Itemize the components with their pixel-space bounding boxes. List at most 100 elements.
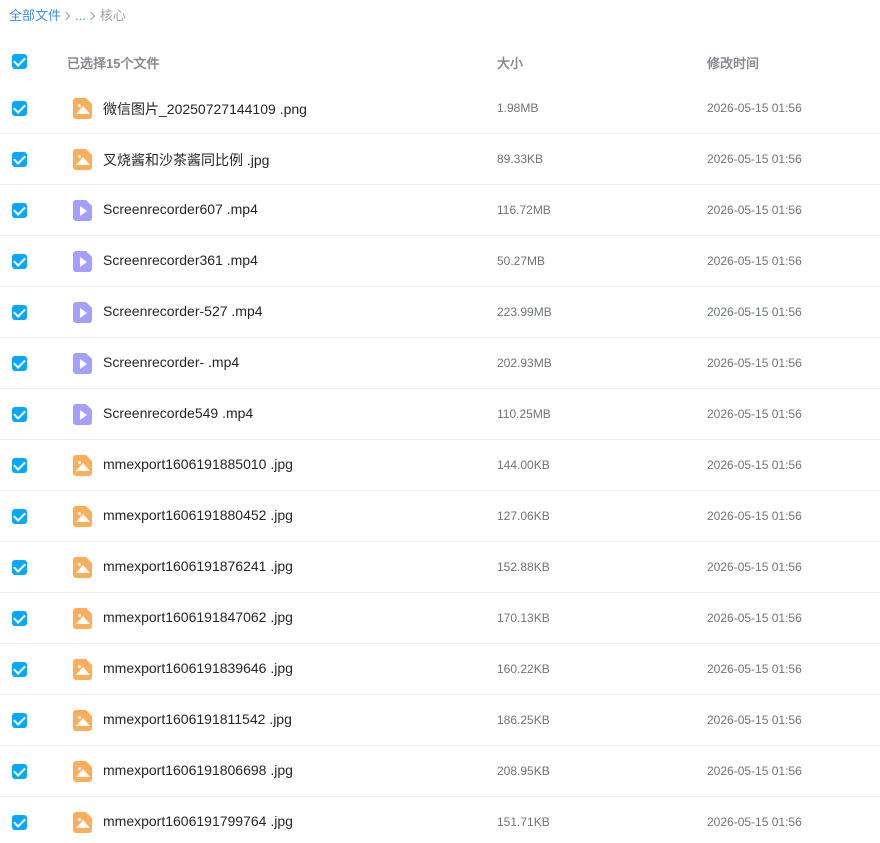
file-name[interactable]: 叉烧酱和沙茶酱同比例 .jpg (103, 150, 269, 170)
image-file-icon (73, 710, 92, 731)
video-file-icon (73, 404, 92, 425)
image-file-icon (73, 149, 92, 170)
file-modified-time: 2026-05-15 01:56 (707, 203, 802, 217)
row-checkbox[interactable] (12, 662, 27, 677)
file-size: 223.99MB (497, 305, 552, 319)
video-file-icon (73, 251, 92, 272)
file-name[interactable]: mmexport1606191799764 .jpg (103, 813, 293, 829)
file-size: 144.00KB (497, 458, 550, 472)
file-size: 208.95KB (497, 764, 550, 778)
selected-count-label: 已选择15个文件 (67, 56, 160, 71)
size-column-header[interactable]: 大小 (497, 53, 523, 72)
file-size: 127.06KB (497, 509, 550, 523)
row-checkbox[interactable] (12, 152, 27, 167)
file-name[interactable]: mmexport1606191811542 .jpg (103, 711, 292, 727)
file-modified-time: 2026-05-15 01:56 (707, 356, 802, 370)
file-list: 微信图片_20250727144109 .png 1.98MB 2026-05-15… (0, 83, 880, 843)
image-file-icon (73, 608, 92, 629)
file-name[interactable]: mmexport1606191880452 .jpg (103, 507, 293, 523)
table-row[interactable]: mmexport1606191876241 .jpg 152.88KB 2026-0… (0, 542, 880, 593)
video-file-icon (73, 200, 92, 221)
chevron-right-icon (86, 7, 100, 25)
file-size: 202.93MB (497, 356, 552, 370)
table-row[interactable]: Screenrecorde549 .mp4 110.25MB 2026-05-15 … (0, 389, 880, 440)
row-checkbox[interactable] (12, 101, 27, 116)
chevron-right-icon (61, 7, 75, 25)
row-checkbox[interactable] (12, 509, 27, 524)
file-name[interactable]: mmexport1606191839646 .jpg (103, 660, 293, 676)
row-checkbox[interactable] (12, 458, 27, 473)
file-name[interactable]: mmexport1606191876241 .jpg (103, 558, 293, 574)
file-size: 151.71KB (497, 815, 550, 829)
file-size: 160.22KB (497, 662, 550, 676)
table-row[interactable]: Screenrecorder361 .mp4 50.27MB 2026-05-15 … (0, 236, 880, 287)
file-size: 186.25KB (497, 713, 550, 727)
breadcrumb: 全部文件 ... 核心 (9, 7, 126, 25)
time-column-header[interactable]: 修改时间 (707, 53, 759, 72)
row-checkbox[interactable] (12, 356, 27, 371)
table-row[interactable]: mmexport1606191880452 .jpg 127.06KB 2026-0… (0, 491, 880, 542)
breadcrumb-root[interactable]: 全部文件 (9, 7, 61, 25)
file-modified-time: 2026-05-15 01:56 (707, 815, 802, 829)
table-row[interactable]: mmexport1606191839646 .jpg 160.22KB 2026-0… (0, 644, 880, 695)
file-modified-time: 2026-05-15 01:56 (707, 611, 802, 625)
row-checkbox[interactable] (12, 203, 27, 218)
file-modified-time: 2026-05-15 01:56 (707, 713, 802, 727)
file-modified-time: 2026-05-15 01:56 (707, 662, 802, 676)
file-name[interactable]: mmexport1606191806698 .jpg (103, 762, 293, 778)
image-file-icon (73, 812, 92, 833)
image-file-icon (73, 659, 92, 680)
file-modified-time: 2026-05-15 01:56 (707, 509, 802, 523)
table-row[interactable]: Screenrecorder- .mp4 202.93MB 2026-05-15 0… (0, 338, 880, 389)
file-name[interactable]: mmexport1606191847062 .jpg (103, 609, 293, 625)
video-file-icon (73, 302, 92, 323)
file-list-page: 全部文件 ... 核心 已选择15个文件 大小 修改时间 微信图片_202507… (0, 0, 880, 843)
table-row[interactable]: mmexport1606191847062 .jpg 170.13KB 2026-0… (0, 593, 880, 644)
row-checkbox[interactable] (12, 713, 27, 728)
row-checkbox[interactable] (12, 560, 27, 575)
file-size: 1.98MB (497, 101, 539, 115)
image-file-icon (73, 761, 92, 782)
file-name[interactable]: Screenrecorder-527 .mp4 (103, 303, 263, 319)
table-row[interactable]: 微信图片_20250727144109 .png 1.98MB 2026-05-15… (0, 83, 880, 134)
file-size: 110.25MB (497, 407, 551, 421)
file-name[interactable]: Screenrecorde549 .mp4 (103, 405, 253, 421)
select-all-checkbox[interactable] (12, 54, 27, 69)
table-row[interactable]: mmexport1606191811542 .jpg 186.25KB 2026-0… (0, 695, 880, 746)
file-size: 116.72MB (497, 203, 551, 217)
table-header: 已选择15个文件 大小 修改时间 (0, 42, 880, 80)
image-file-icon (73, 98, 92, 119)
file-modified-time: 2026-05-15 01:56 (707, 458, 802, 472)
image-file-icon (73, 455, 92, 476)
file-name[interactable]: Screenrecorder361 .mp4 (103, 252, 258, 268)
row-checkbox[interactable] (12, 305, 27, 320)
table-row[interactable]: Screenrecorder607 .mp4 116.72MB 2026-05-15… (0, 185, 880, 236)
image-file-icon (73, 557, 92, 578)
row-checkbox[interactable] (12, 254, 27, 269)
breadcrumb-ellipsis[interactable]: ... (75, 7, 86, 25)
row-checkbox[interactable] (12, 407, 27, 422)
file-name[interactable]: Screenrecorder607 .mp4 (103, 201, 258, 217)
file-modified-time: 2026-05-15 01:56 (707, 560, 802, 574)
file-modified-time: 2026-05-15 01:56 (707, 305, 802, 319)
table-row[interactable]: mmexport1606191799764 .jpg 151.71KB 2026-0… (0, 797, 880, 843)
file-name[interactable]: Screenrecorder- .mp4 (103, 354, 239, 370)
image-file-icon (73, 506, 92, 527)
file-size: 152.88KB (497, 560, 550, 574)
video-file-icon (73, 353, 92, 374)
table-row[interactable]: mmexport1606191806698 .jpg 208.95KB 2026-0… (0, 746, 880, 797)
row-checkbox[interactable] (12, 611, 27, 626)
table-row[interactable]: 叉烧酱和沙茶酱同比例 .jpg 89.33KB 2026-05-15 01:56 (0, 134, 880, 185)
file-modified-time: 2026-05-15 01:56 (707, 101, 802, 115)
file-name[interactable]: mmexport1606191885010 .jpg (103, 456, 293, 472)
file-name[interactable]: 微信图片_20250727144109 .png (103, 99, 307, 119)
file-modified-time: 2026-05-15 01:56 (707, 407, 802, 421)
file-modified-time: 2026-05-15 01:56 (707, 764, 802, 778)
table-row[interactable]: Screenrecorder-527 .mp4 223.99MB 2026-05-1… (0, 287, 880, 338)
row-checkbox[interactable] (12, 764, 27, 779)
file-modified-time: 2026-05-15 01:56 (707, 152, 802, 166)
file-modified-time: 2026-05-15 01:56 (707, 254, 802, 268)
file-size: 170.13KB (497, 611, 550, 625)
row-checkbox[interactable] (12, 815, 27, 830)
table-row[interactable]: mmexport1606191885010 .jpg 144.00KB 2026-0… (0, 440, 880, 491)
